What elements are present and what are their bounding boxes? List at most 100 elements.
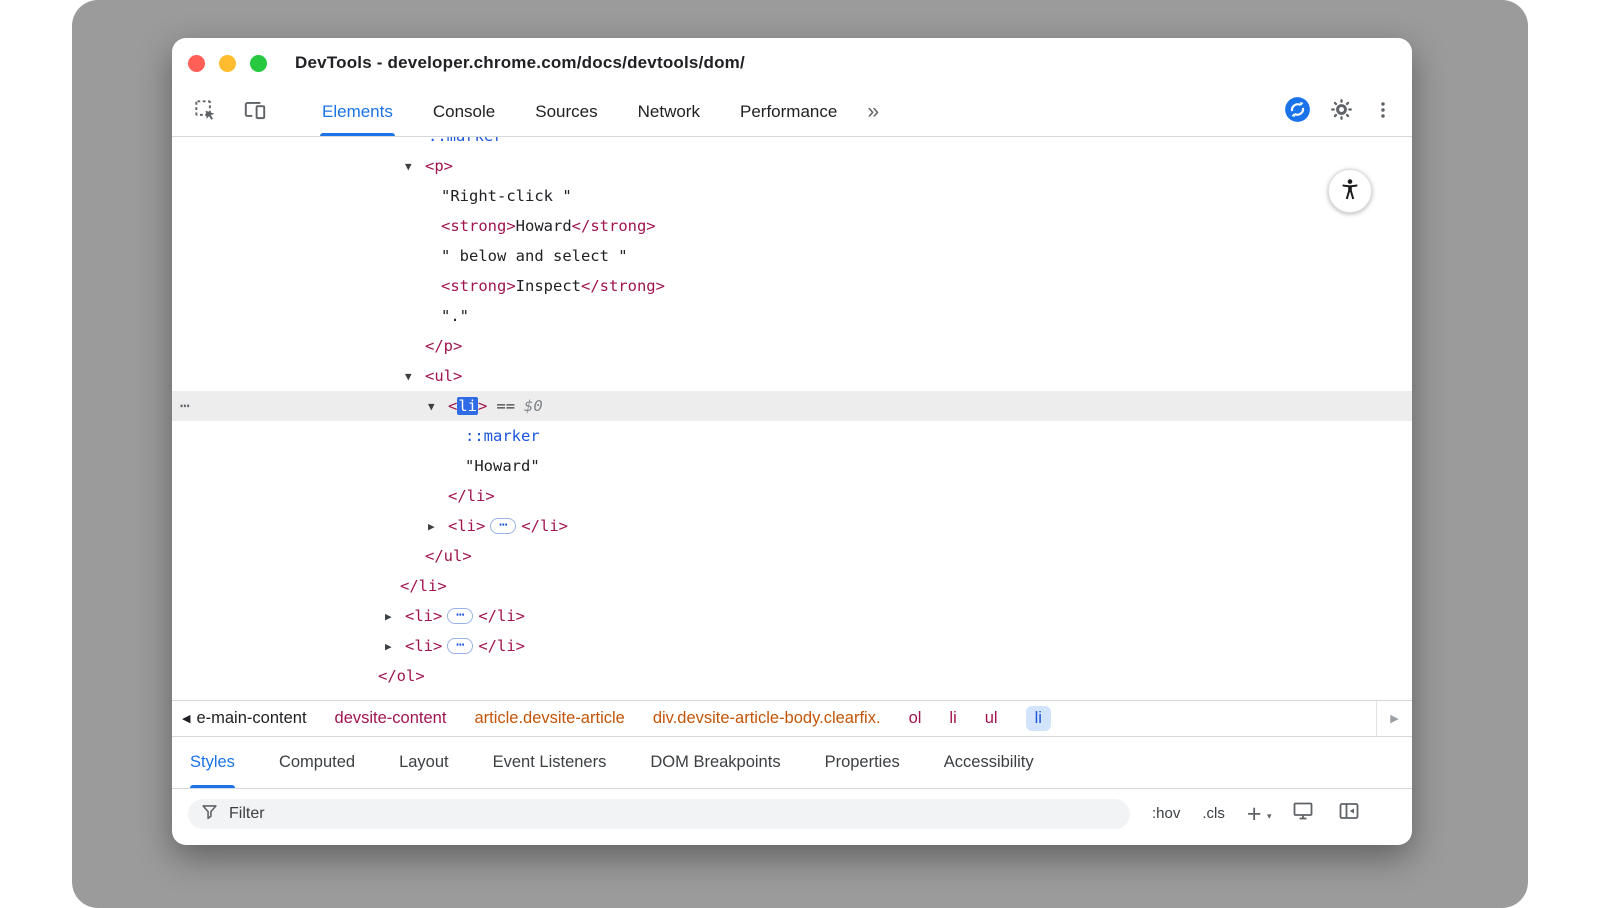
tab-label: Computed bbox=[279, 753, 355, 772]
tab-layout[interactable]: Layout bbox=[399, 737, 449, 788]
tab-properties[interactable]: Properties bbox=[825, 737, 900, 788]
screenshot-stage: DevTools - developer.chrome.com/docs/dev… bbox=[0, 0, 1600, 908]
inline-expand-button[interactable]: ⋯ bbox=[447, 608, 473, 624]
elements-panel: ::marker▼<p>"Right-click "<strong>Howard… bbox=[172, 137, 1412, 700]
dom-tree-row[interactable]: ▶<li>⋯</li> bbox=[172, 631, 1412, 661]
operator-token: == bbox=[496, 397, 515, 415]
dom-tree-row[interactable]: <strong>Inspect</strong> bbox=[172, 271, 1412, 301]
sidebar-tabs: Styles Computed Layout Event Listeners D… bbox=[172, 736, 1412, 788]
dom-tree-row[interactable]: </ul> bbox=[172, 541, 1412, 571]
plus-icon: + bbox=[1247, 800, 1262, 828]
tag-token: <strong> bbox=[441, 217, 516, 235]
dom-tree-row[interactable]: ::marker bbox=[172, 137, 1412, 151]
tab-label: Network bbox=[638, 102, 700, 122]
dom-tree-row[interactable]: " below and select " bbox=[172, 241, 1412, 271]
tab-label: Properties bbox=[825, 753, 900, 772]
dom-tree-row[interactable]: </ol> bbox=[172, 661, 1412, 691]
main-menu-button[interactable] bbox=[1372, 99, 1394, 126]
minimize-window-button[interactable] bbox=[219, 55, 236, 72]
tag-token: <strong> bbox=[441, 277, 516, 295]
dom-tree-row[interactable]: ▶<li>⋯</li> bbox=[172, 511, 1412, 541]
sync-button[interactable] bbox=[1284, 96, 1311, 128]
toggle-element-state-button[interactable]: :hov bbox=[1152, 805, 1180, 822]
element-classes-button[interactable]: .cls bbox=[1202, 805, 1225, 822]
expand-arrow-icon[interactable]: ▶ bbox=[385, 602, 405, 632]
dom-tree: ::marker▼<p>"Right-click "<strong>Howard… bbox=[172, 137, 1412, 691]
expand-arrow-icon[interactable]: ▼ bbox=[405, 362, 425, 392]
tab-event-listeners[interactable]: Event Listeners bbox=[493, 737, 607, 788]
dom-tree-row[interactable]: </li> bbox=[172, 481, 1412, 511]
monitor-icon bbox=[1291, 799, 1315, 828]
breadcrumb-item-devsite-content[interactable]: devsite-content bbox=[335, 709, 447, 728]
toggle-sidebar-button[interactable] bbox=[1337, 799, 1361, 828]
dom-tree-row[interactable]: ▶<li>⋯</li> bbox=[172, 601, 1412, 631]
tab-elements[interactable]: Elements bbox=[302, 88, 413, 136]
breadcrumb-item-article[interactable]: article.devsite-article bbox=[474, 709, 624, 728]
dom-tree-row[interactable]: "Howard" bbox=[172, 451, 1412, 481]
tab-label: Performance bbox=[740, 102, 837, 122]
breadcrumb-item-div-body[interactable]: div.devsite-article-body.clearfix. bbox=[653, 709, 881, 728]
tab-performance[interactable]: Performance bbox=[720, 88, 857, 136]
gear-icon bbox=[1329, 97, 1354, 127]
dom-tree-row[interactable]: "Right-click " bbox=[172, 181, 1412, 211]
filter-input[interactable]: Filter bbox=[188, 799, 1130, 829]
chevron-right-icon: ▶ bbox=[1390, 712, 1398, 725]
tag-token: </ol> bbox=[378, 667, 425, 685]
tab-dom-breakpoints[interactable]: DOM Breakpoints bbox=[650, 737, 780, 788]
selected-tag-token: li bbox=[457, 397, 478, 415]
expand-arrow-icon[interactable]: ▼ bbox=[428, 392, 448, 422]
tab-label: Console bbox=[433, 102, 495, 122]
caret-down-icon: ▾ bbox=[1267, 806, 1272, 826]
inline-expand-button[interactable]: ⋯ bbox=[490, 518, 516, 534]
text-token: " below and select " bbox=[441, 247, 628, 265]
text-token: "Right-click " bbox=[441, 187, 572, 205]
breadcrumb-item-ul[interactable]: ul bbox=[985, 709, 998, 728]
tag-token: </li> bbox=[400, 577, 447, 595]
accessibility-overlay-button[interactable] bbox=[1328, 169, 1372, 213]
tag-token: <ul> bbox=[425, 367, 462, 385]
dom-tree-row[interactable]: <strong>Howard</strong> bbox=[172, 211, 1412, 241]
breadcrumb-item-li-selected[interactable]: li bbox=[1026, 706, 1051, 731]
tab-computed[interactable]: Computed bbox=[279, 737, 355, 788]
styles-filter-bar: Filter :hov .cls +▾ bbox=[172, 788, 1412, 838]
breadcrumb-scroll-right-button[interactable]: ▶ bbox=[1376, 701, 1412, 736]
tag-token: </li> bbox=[478, 637, 525, 655]
tab-label: Layout bbox=[399, 753, 449, 772]
expand-arrow-icon[interactable]: ▼ bbox=[405, 152, 425, 182]
breadcrumb-item-main-content[interactable]: e-main-content bbox=[196, 709, 306, 728]
expand-arrow-icon[interactable]: ▶ bbox=[428, 512, 448, 542]
tab-styles[interactable]: Styles bbox=[190, 737, 235, 788]
tab-console[interactable]: Console bbox=[413, 88, 515, 136]
new-style-rule-button[interactable]: +▾ bbox=[1247, 804, 1270, 824]
expand-arrow-icon[interactable]: ▶ bbox=[385, 632, 405, 662]
dom-tree-row[interactable]: ▼<ul> bbox=[172, 361, 1412, 391]
inspect-element-button[interactable] bbox=[188, 95, 222, 129]
rendering-emulation-button[interactable] bbox=[1291, 799, 1315, 828]
tag-token: < bbox=[448, 397, 457, 415]
dom-tree-row[interactable]: "." bbox=[172, 301, 1412, 331]
dom-tree-row[interactable]: </p> bbox=[172, 331, 1412, 361]
zoom-window-button[interactable] bbox=[250, 55, 267, 72]
kebab-menu-icon bbox=[1372, 99, 1394, 126]
breadcrumb-item-ol[interactable]: ol bbox=[909, 709, 922, 728]
dom-tree-row[interactable]: ⋯▼<li>==$0 bbox=[172, 391, 1412, 421]
text-token: Inspect bbox=[516, 277, 581, 295]
tab-label: Sources bbox=[535, 102, 597, 122]
text-token: "Howard" bbox=[465, 457, 540, 475]
breadcrumb-scroll-left-button[interactable]: ◀ bbox=[172, 712, 196, 725]
more-tabs-button[interactable]: » bbox=[857, 88, 889, 136]
dom-tree-row[interactable]: ::marker bbox=[172, 421, 1412, 451]
close-window-button[interactable] bbox=[188, 55, 205, 72]
console-reference-token: $0 bbox=[524, 397, 543, 415]
tab-sources[interactable]: Sources bbox=[515, 88, 617, 136]
row-actions-dots-icon[interactable]: ⋯ bbox=[180, 391, 191, 421]
tab-network[interactable]: Network bbox=[618, 88, 720, 136]
inline-expand-button[interactable]: ⋯ bbox=[447, 638, 473, 654]
tab-label: Accessibility bbox=[944, 753, 1034, 772]
breadcrumb-item-li[interactable]: li bbox=[949, 709, 956, 728]
settings-button[interactable] bbox=[1329, 97, 1354, 127]
tab-accessibility[interactable]: Accessibility bbox=[944, 737, 1034, 788]
dom-tree-row[interactable]: </li> bbox=[172, 571, 1412, 601]
device-toolbar-button[interactable] bbox=[238, 95, 272, 129]
dom-tree-row[interactable]: ▼<p> bbox=[172, 151, 1412, 181]
